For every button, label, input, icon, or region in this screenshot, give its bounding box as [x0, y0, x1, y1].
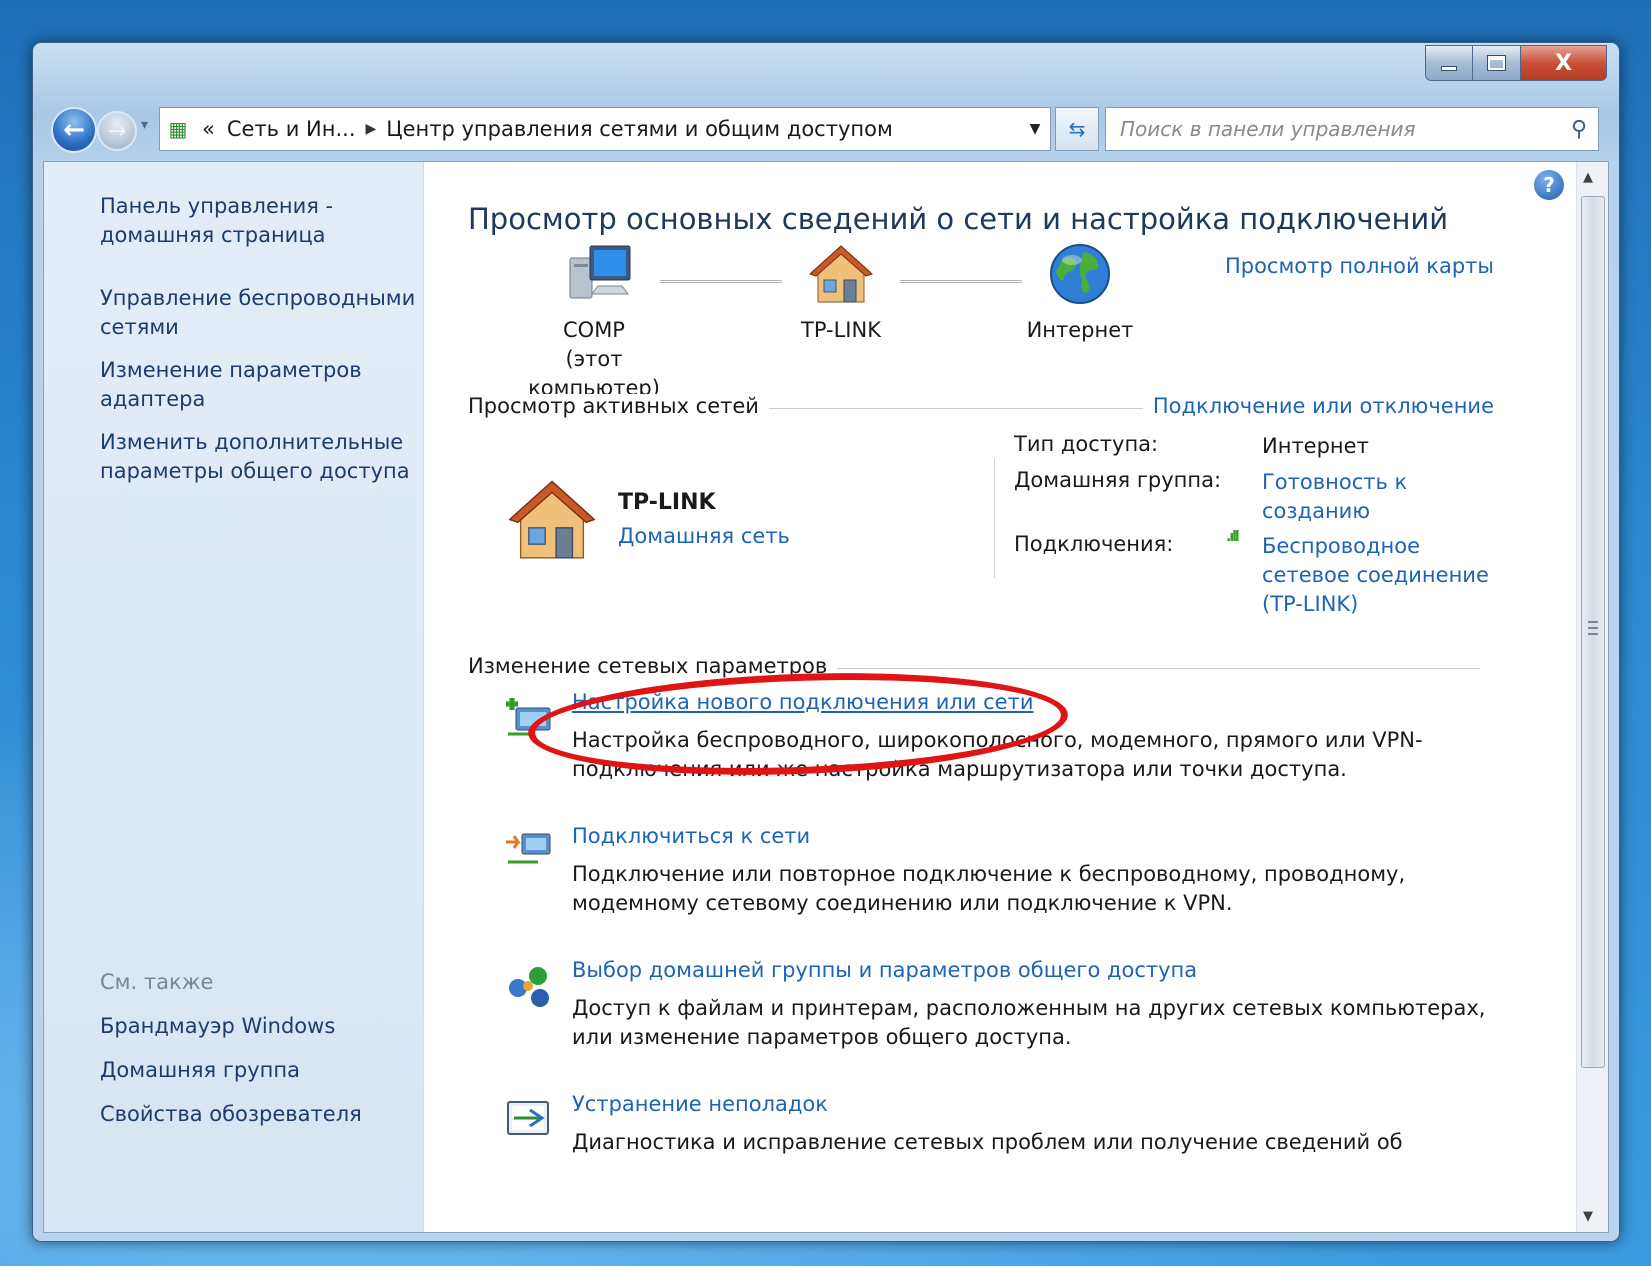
- homegroup-label: Домашняя группа:: [1014, 468, 1222, 492]
- access-type-value: Интернет: [1262, 434, 1369, 458]
- sidebar-item-sharing-settings[interactable]: Изменить дополнительные параметры общего…: [100, 428, 420, 486]
- help-button[interactable]: ?: [1534, 170, 1564, 200]
- task-homegroup-link[interactable]: Выбор домашней группы и параметров общег…: [572, 958, 1197, 982]
- homegroup-value-link[interactable]: Готовность к созданию: [1262, 468, 1502, 526]
- address-bar[interactable]: ▦ « Сеть и Ин... ▶ Центр управления сетя…: [159, 107, 1051, 151]
- troubleshoot-icon: [507, 1101, 549, 1135]
- close-icon: X: [1555, 50, 1572, 76]
- sidebar-item-homegroup[interactable]: Домашняя группа: [100, 1056, 420, 1085]
- grip-icon: [1588, 621, 1598, 635]
- scroll-up-icon[interactable]: ▲: [1583, 170, 1593, 185]
- network-type-link[interactable]: Домашняя сеть: [618, 524, 790, 548]
- search-icon[interactable]: ⚲: [1560, 117, 1598, 142]
- map-node-computer[interactable]: COMP (этот компьютер): [504, 316, 684, 403]
- full-map-link[interactable]: Просмотр полной карты: [1225, 254, 1494, 278]
- scrollbar-thumb[interactable]: [1581, 196, 1605, 1068]
- network-name: TP-LINK: [618, 490, 716, 515]
- address-dropdown-icon[interactable]: ▼: [1020, 121, 1050, 137]
- sidebar-item-control-panel-home[interactable]: Панель управления - домашняя страница: [100, 192, 420, 250]
- explorer-window: X ← → ▾ ▦ « Сеть и Ин... ▶ Центр управле…: [32, 42, 1620, 1242]
- arrow-right-icon: →: [107, 118, 127, 144]
- home-network-icon: [508, 480, 596, 559]
- refresh-icon: ⇆: [1068, 117, 1086, 141]
- page-title: Просмотр основных сведений о сети и наст…: [468, 202, 1449, 236]
- sidebar-item-firewall[interactable]: Брандмауэр Windows: [100, 1012, 420, 1041]
- network-properties-separator: [994, 458, 995, 578]
- navigation-toolbar: ← → ▾ ▦ « Сеть и Ин... ▶ Центр управлени…: [47, 105, 1612, 153]
- connections-label: Подключения:: [1014, 532, 1174, 556]
- refresh-button[interactable]: ⇆: [1055, 107, 1099, 151]
- map-connector-1: [660, 280, 782, 283]
- back-button[interactable]: ←: [51, 107, 97, 153]
- wireless-connection-link[interactable]: Беспроводное сетевое соединение (TP-LINK…: [1262, 532, 1502, 619]
- vertical-scrollbar[interactable]: ▲ ▼: [1576, 162, 1608, 1232]
- search-box[interactable]: Поиск в панели управления ⚲: [1105, 107, 1599, 151]
- help-icon: ?: [1543, 173, 1555, 197]
- arrow-left-icon: ←: [63, 115, 85, 145]
- content-area: Панель управления - домашняя страница Уп…: [43, 161, 1609, 1233]
- recent-pages-dropdown[interactable]: ▾: [141, 117, 148, 133]
- task-troubleshoot-link[interactable]: Устранение неполадок: [572, 1092, 828, 1116]
- router-house-icon: [809, 245, 873, 303]
- active-networks-label: Просмотр активных сетей: [468, 394, 769, 418]
- access-type-label: Тип доступа:: [1014, 432, 1159, 456]
- minimize-button[interactable]: [1425, 45, 1473, 81]
- maximize-button[interactable]: [1473, 45, 1521, 81]
- network-folder-icon: ▦: [168, 117, 188, 141]
- computer-name: COMP: [563, 318, 625, 342]
- map-node-router[interactable]: TP-LINK: [774, 316, 908, 345]
- connect-to-network-icon: [506, 833, 551, 864]
- search-placeholder: Поиск в панели управления: [1120, 117, 1416, 141]
- breadcrumb-current[interactable]: Центр управления сетями и общим доступом: [380, 117, 899, 141]
- sidebar-item-manage-wireless[interactable]: Управление беспроводными сетями: [100, 284, 420, 342]
- maximize-icon: [1487, 55, 1506, 71]
- breadcrumb-network[interactable]: Сеть и Ин...: [221, 117, 362, 141]
- connect-disconnect-link[interactable]: Подключение или отключение: [1142, 394, 1494, 418]
- wireless-signal-icon: .ıll: [1226, 529, 1240, 545]
- window-controls: X: [1425, 45, 1607, 81]
- main-panel: ? Просмотр основных сведений о сети и на…: [424, 162, 1578, 1232]
- scroll-down-icon[interactable]: ▼: [1583, 1209, 1593, 1224]
- sidebar: Панель управления - домашняя страница Уп…: [44, 162, 424, 1232]
- close-button[interactable]: X: [1521, 45, 1607, 81]
- breadcrumb-overflow[interactable]: «: [196, 117, 221, 141]
- map-connector-2: [900, 280, 1022, 283]
- homegroup-sharing-icon: [509, 967, 549, 1007]
- sidebar-item-internet-options[interactable]: Свойства обозревателя: [100, 1100, 420, 1129]
- minimize-icon: [1441, 65, 1457, 71]
- task-troubleshoot-desc: Диагностика и исправление сетевых пробле…: [572, 1130, 1403, 1154]
- breadcrumb-chevron-icon[interactable]: ▶: [362, 121, 381, 137]
- forward-button[interactable]: →: [97, 111, 137, 151]
- map-node-internet[interactable]: Интернет: [1020, 316, 1140, 345]
- sidebar-item-adapter-settings[interactable]: Изменение параметров адаптера: [100, 356, 420, 414]
- task-homegroup-desc: Доступ к файлам и принтерам, расположенн…: [572, 996, 1486, 1049]
- internet-globe-icon: [1050, 244, 1110, 304]
- see-also-label: См. также: [100, 970, 214, 994]
- computer-icon: [569, 245, 631, 299]
- task-connect-desc: Подключение или повторное подключение к …: [572, 862, 1406, 915]
- task-connect-link[interactable]: Подключиться к сети: [572, 824, 810, 848]
